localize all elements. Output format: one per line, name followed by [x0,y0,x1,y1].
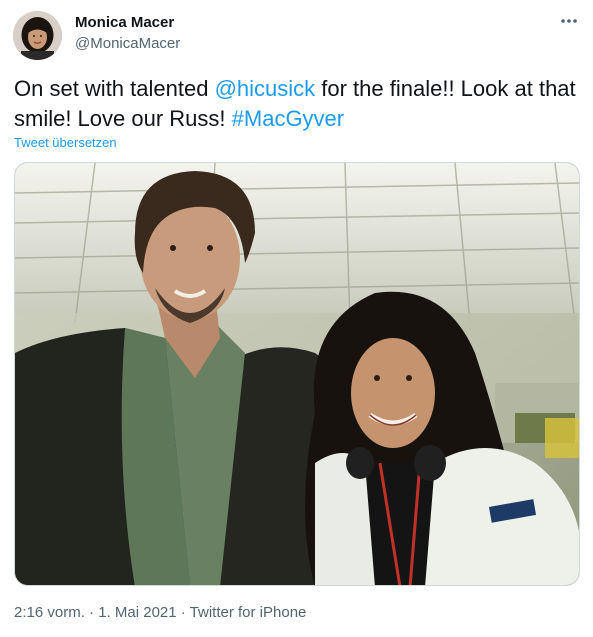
author-block: Monica Macer @MonicaMacer [75,14,180,53]
meta-separator: · [176,604,190,621]
hashtag-link[interactable]: #MacGyver [232,106,344,131]
tweet-date[interactable]: 1. Mai 2021 [98,604,176,621]
tweet-meta: 2:16 vorm. · 1. Mai 2021 · Twitter for i… [14,604,306,621]
display-name[interactable]: Monica Macer [75,14,180,32]
tweet-time[interactable]: 2:16 vorm. [14,604,85,621]
mention-link[interactable]: @hicusick [215,76,316,101]
tweet-text: On set with talented @hicusick for the f… [14,74,579,134]
tweet-text-part: On set with talented [14,76,215,101]
avatar[interactable] [13,11,62,60]
translate-tweet-link[interactable]: Tweet übersetzen [14,135,117,150]
avatar-image [13,11,62,60]
tweet-source[interactable]: Twitter for iPhone [190,604,307,621]
more-options-button[interactable] [556,12,582,30]
tweet: Monica Macer @MonicaMacer On set with ta… [0,0,593,637]
more-horizontal-icon [561,19,577,23]
meta-separator: · [84,604,99,621]
user-handle[interactable]: @MonicaMacer [75,35,180,53]
tweet-photo[interactable] [14,162,580,586]
photo-image [15,163,579,585]
